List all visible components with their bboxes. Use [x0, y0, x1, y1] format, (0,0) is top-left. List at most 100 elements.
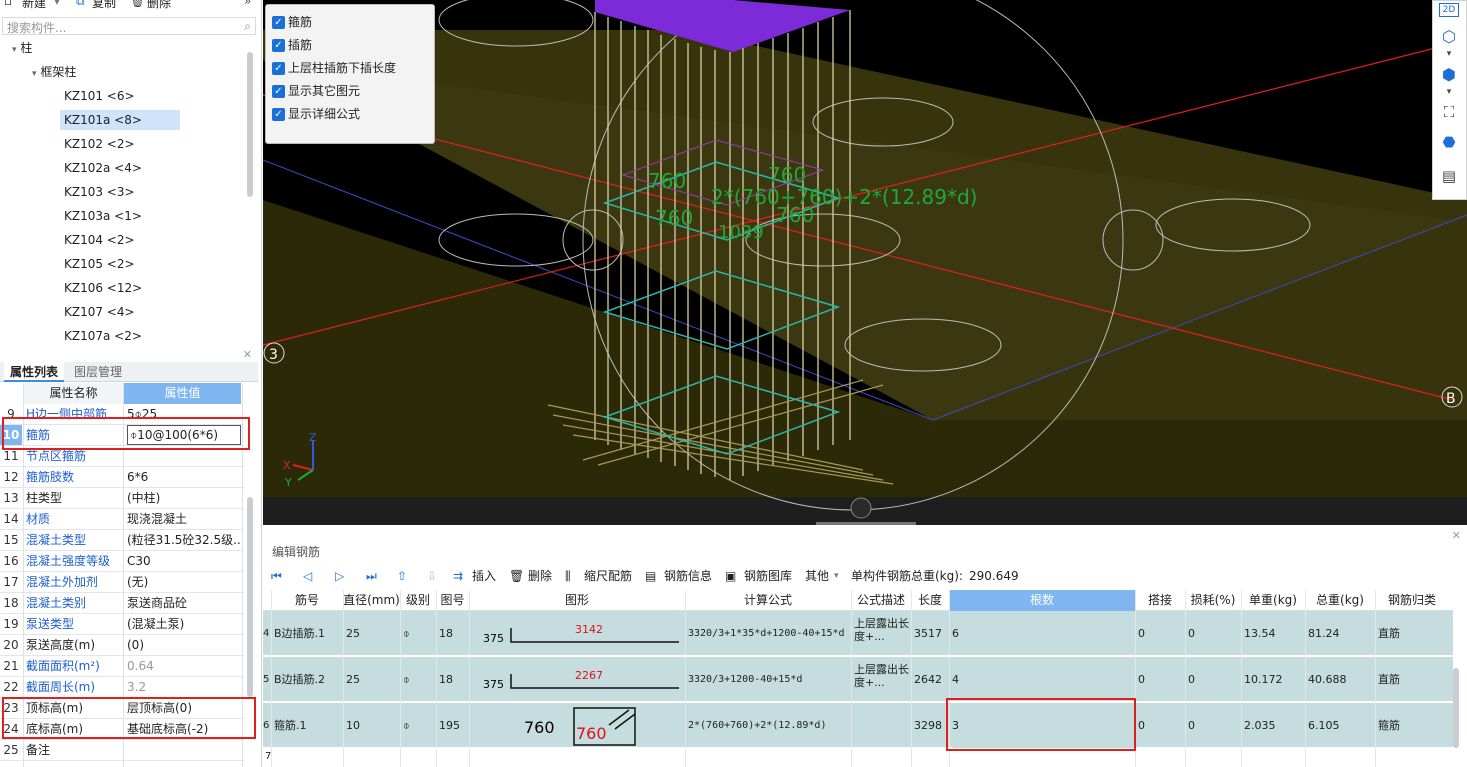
cell-unit[interactable]: 13.54: [1244, 611, 1304, 656]
cell-grade[interactable]: ⌽: [403, 657, 435, 702]
cell-unit[interactable]: 10.172: [1244, 657, 1304, 702]
collapse-icon[interactable]: ▾: [32, 69, 37, 79]
column-header[interactable]: 级别: [400, 590, 436, 611]
cell-total[interactable]: 81.24: [1308, 611, 1374, 656]
prop-row[interactable]: 12 箍筋肢数 6*6: [0, 467, 244, 488]
new-button[interactable]: 新建: [22, 0, 46, 11]
delete-button[interactable]: 删除: [528, 566, 552, 586]
new-dropdown-icon[interactable]: ▾: [54, 0, 60, 8]
cell-grade[interactable]: ⌽: [403, 703, 435, 748]
cell-dia[interactable]: 10: [346, 703, 399, 748]
checked-icon[interactable]: ✓: [272, 108, 285, 121]
cell-name[interactable]: B边插筋.1: [274, 611, 342, 656]
column-header[interactable]: 钢筋归类: [1375, 590, 1449, 611]
close-icon[interactable]: ✕: [243, 348, 252, 361]
checked-icon[interactable]: ✓: [272, 85, 285, 98]
tree-item[interactable]: KZ107a <2>: [60, 326, 146, 342]
select-box-icon[interactable]: ⛶: [1439, 103, 1459, 121]
prop-row[interactable]: 14 材质 现浇混凝土: [0, 509, 244, 530]
checkbox-dowel[interactable]: ✓ 插筋: [272, 36, 312, 54]
prop-row[interactable]: 20 泵送高度(m) (0): [0, 635, 244, 656]
editor-scrollbar[interactable]: [1453, 668, 1459, 748]
cell-desc[interactable]: [854, 703, 910, 748]
column-header[interactable]: 直径(mm): [343, 590, 400, 611]
column-header[interactable]: 长度: [911, 590, 949, 611]
column-header[interactable]: 计算公式: [685, 590, 851, 611]
view-2d-icon[interactable]: 2D: [1439, 3, 1459, 17]
table-row[interactable]: 6 箍筋.1 10 ⌽ 195 760 760 2*(760+760)+2*(12.89*d)…: [263, 703, 1453, 748]
delete-icon[interactable]: 🗑: [130, 0, 145, 8]
tree-item[interactable]: KZ106 <12>: [60, 278, 146, 298]
prop-value[interactable]: 现浇混凝土: [127, 509, 241, 529]
tab-property-list[interactable]: 属性列表: [4, 362, 65, 382]
cell-type[interactable]: 直筋: [1378, 657, 1448, 702]
column-header[interactable]: 图号: [436, 590, 469, 611]
cell-unit[interactable]: 2.035: [1244, 703, 1304, 748]
prop-value[interactable]: (无): [127, 572, 241, 592]
search-input[interactable]: 搜索构件... ⌕: [2, 17, 256, 35]
prop-row[interactable]: 22 截面周长(m) 3.2: [0, 677, 244, 698]
cell-loss[interactable]: 0: [1188, 703, 1240, 748]
copy-button[interactable]: 复制: [92, 0, 116, 11]
cell-dia[interactable]: 25: [346, 657, 399, 702]
chevron-down-icon[interactable]: ▾: [834, 566, 839, 586]
prop-value[interactable]: (混凝土泵): [127, 614, 241, 634]
insert-icon[interactable]: ⇉: [453, 566, 463, 586]
prop-row[interactable]: 19 泵送类型 (混凝土泵): [0, 614, 244, 635]
column-header[interactable]: 筋号: [271, 590, 343, 611]
table-row[interactable]: 4 B边插筋.1 25 ⌽ 18 375 3142 3320/3+1*35*d+1200-40…: [263, 611, 1453, 656]
cell-formula[interactable]: 2*(760+760)+2*(12.89*d): [688, 703, 850, 748]
tree-item[interactable]: KZ103 <3>: [60, 182, 139, 202]
insert-button[interactable]: 插入: [472, 566, 496, 586]
prop-scrollbar[interactable]: [247, 497, 253, 697]
prop-row[interactable]: 17 混凝土外加剂 (无): [0, 572, 244, 593]
rebar-library-button[interactable]: 钢筋图库: [744, 566, 792, 586]
cell-fig[interactable]: 195: [439, 703, 468, 748]
prop-value[interactable]: (中柱): [127, 488, 241, 508]
cell-count[interactable]: 4: [952, 657, 1134, 702]
column-header[interactable]: 图形: [469, 590, 685, 611]
checked-icon[interactable]: ✓: [272, 16, 285, 29]
column-header[interactable]: 损耗(%): [1185, 590, 1241, 611]
rebar-3d-icon[interactable]: ⬣: [1439, 133, 1459, 151]
cell-desc[interactable]: 上层露出长度+...: [854, 657, 910, 702]
report-icon[interactable]: ▤: [1439, 167, 1459, 185]
splitter-handle[interactable]: [816, 522, 916, 525]
column-header[interactable]: 公式描述: [851, 590, 911, 611]
checkbox-stirrup[interactable]: ✓ 箍筋: [272, 13, 312, 31]
tab-layer-management[interactable]: 图层管理: [68, 362, 128, 382]
last-record-icon[interactable]: ⏭: [366, 566, 377, 586]
prop-row[interactable]: 13 柱类型 (中柱): [0, 488, 244, 509]
move-down-icon[interactable]: ⇩: [427, 566, 437, 586]
column-header[interactable]: 根数: [949, 590, 1135, 611]
tree-item[interactable]: KZ104 <2>: [60, 230, 139, 250]
cell-name[interactable]: B边插筋.2: [274, 657, 342, 702]
prop-value[interactable]: 6*6: [127, 467, 241, 487]
cell-grade[interactable]: ⌽: [403, 611, 435, 656]
delete-icon[interactable]: 🗑: [509, 566, 524, 586]
checked-icon[interactable]: ✓: [272, 39, 285, 52]
cell-name[interactable]: 箍筋.1: [274, 703, 342, 748]
prop-row[interactable]: 16 混凝土强度等级 C30: [0, 551, 244, 572]
table-row[interactable]: 5 B边插筋.2 25 ⌽ 18 375 2267 3320/3+1200-40+15*d 上层…: [263, 657, 1453, 702]
cell-formula[interactable]: 3320/3+1*35*d+1200-40+15*d: [688, 611, 850, 656]
next-record-icon[interactable]: ▷: [335, 566, 344, 586]
prop-value[interactable]: 0.64: [127, 656, 241, 676]
tree-root-column[interactable]: ▾ 柱: [12, 38, 32, 58]
prop-value[interactable]: 3.2: [127, 677, 241, 697]
cell-type[interactable]: 直筋: [1378, 611, 1448, 656]
checkbox-other-elements[interactable]: ✓ 显示其它图元: [272, 82, 360, 100]
checkbox-dowel-length[interactable]: ✓ 上层柱插筋下插长度: [272, 59, 396, 77]
cell-total[interactable]: 40.688: [1308, 657, 1374, 702]
prop-row[interactable]: 18 混凝土类别 泵送商品砼: [0, 593, 244, 614]
cube-outline-icon[interactable]: ⬡: [1439, 27, 1459, 46]
cell-total[interactable]: 6.105: [1308, 703, 1374, 748]
collapse-handle-icon[interactable]: [850, 497, 872, 519]
cube-solid-icon[interactable]: ⬢: [1439, 65, 1459, 84]
prop-value[interactable]: (粒径31.5砼32.5级...: [127, 530, 241, 550]
tree-group-frame-column[interactable]: ▾ 框架柱: [32, 62, 76, 82]
cell-lap[interactable]: 0: [1138, 703, 1184, 748]
rebar-info-icon[interactable]: ▤: [645, 566, 656, 586]
scale-rebar-icon[interactable]: ⫼: [565, 566, 571, 586]
cell-desc[interactable]: 上层露出长度+...: [854, 611, 910, 656]
